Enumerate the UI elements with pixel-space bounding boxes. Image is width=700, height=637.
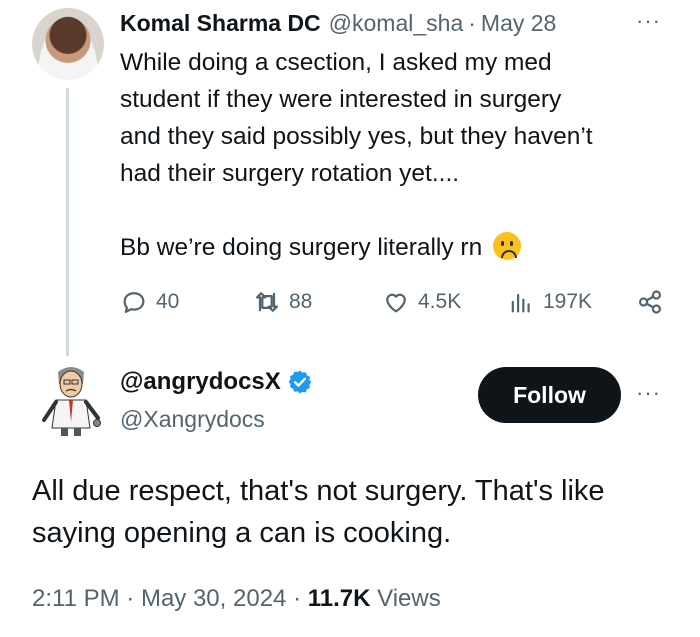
like-count: 4.5K <box>418 290 462 313</box>
tweet1-text: While doing a csection, I asked my med s… <box>120 44 680 266</box>
retweet-count: 88 <box>289 290 313 313</box>
verified-badge-icon[interactable] <box>287 369 313 395</box>
tweet2-line: All due respect, that's not surgery. Tha… <box>32 475 605 507</box>
heart-icon <box>386 293 406 313</box>
tweet1-line: While doing a csection, I asked my med <box>120 49 552 76</box>
tweet1-author-name[interactable]: Komal Sharma DC <box>120 10 321 37</box>
tweet1-line: student if they were interested in surge… <box>120 86 562 113</box>
reply-button[interactable]: 40 <box>120 288 179 316</box>
follow-button[interactable]: Follow <box>478 367 621 423</box>
tweet1-date[interactable]: May 28 <box>481 10 556 37</box>
views-button[interactable]: 197K <box>507 288 592 316</box>
tweet2-text: All due respect, that's not surgery. Tha… <box>32 470 682 554</box>
like-button[interactable]: 4.5K <box>382 288 461 316</box>
tweet2-handle[interactable]: @Xangrydocs <box>120 406 265 433</box>
tweet2-metadata: 2:11 PM · May 30, 2024 · 11.7K Views <box>32 585 441 613</box>
share-button[interactable] <box>636 288 672 316</box>
tweet1-line: and they said possibly yes, but they hav… <box>120 123 593 150</box>
separator-dot: · <box>468 9 476 36</box>
tweet2-author-row: @angrydocsX <box>120 368 313 396</box>
thread-connector-line <box>66 88 69 356</box>
tweet1-action-bar: 40 88 4.5K 197K <box>120 288 680 322</box>
share-icon <box>638 290 662 314</box>
reply-count: 40 <box>156 290 180 313</box>
tweet2-more-options-icon[interactable]: ··· <box>636 380 661 406</box>
avatar-komal-sharma[interactable] <box>32 8 104 80</box>
frowning-face-emoji-icon <box>493 232 522 260</box>
views-bar-chart-icon <box>511 293 530 313</box>
separator-dot: · <box>126 585 135 612</box>
reply-icon <box>123 292 145 314</box>
retweet-icon <box>255 292 279 312</box>
tweet2-views-label: Views <box>377 585 441 612</box>
tweet1-line: had their surgery rotation yet.... <box>120 160 460 187</box>
avatar-angrydocs-cartoon-doctor[interactable] <box>36 362 106 438</box>
tweet2-views-count: 11.7K <box>307 585 371 612</box>
tweet1-line: Bb we’re doing surgery literally rn <box>120 234 483 261</box>
tweet2-line: saying opening a can is cooking. <box>32 517 452 549</box>
separator-dot: · <box>293 585 302 612</box>
tweet1-handle[interactable]: @komal_sha <box>329 10 464 37</box>
tweet2-time[interactable]: 2:11 PM <box>32 585 120 612</box>
tweet1-more-options-icon[interactable]: ··· <box>636 8 661 34</box>
views-count: 197K <box>543 290 593 313</box>
tweet1-last-line: Bb we’re doing surgery literally rn <box>120 229 680 266</box>
retweet-button[interactable]: 88 <box>253 288 312 316</box>
tweet2-date[interactable]: May 30, 2024 <box>141 585 286 612</box>
tweet1-header: Komal Sharma DC @komal_sha · May 28 <box>120 8 556 38</box>
tweet2-author-name[interactable]: @angrydocsX <box>120 368 281 396</box>
